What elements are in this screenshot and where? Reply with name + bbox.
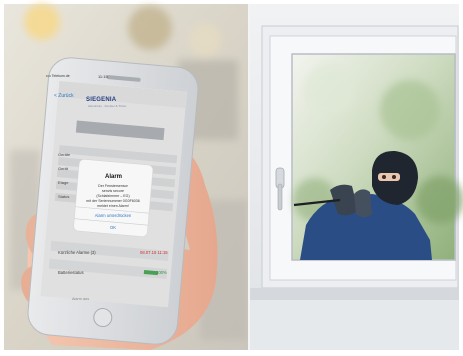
settings-row-label: Etage (58, 180, 69, 185)
brand-tagline: Aluminium · Fenster & Türen (88, 104, 127, 108)
back-button[interactable]: < Zurück (54, 93, 74, 99)
settings-row-label: Gerät (58, 166, 69, 171)
status-carrier: •••• Telekom.de (46, 74, 70, 78)
alert-message-line: senvis secure (102, 189, 124, 193)
battery-value: 100% (156, 270, 167, 275)
alert-title: Alarm (105, 174, 123, 180)
ok-button[interactable]: OK (78, 225, 148, 230)
brand-logo-text: SIEGENIA (86, 97, 117, 103)
recent-alarms-label: Kürzliche Alarme (3) (58, 250, 96, 255)
suppress-alarm-button[interactable]: Alarm unterdrücken (78, 213, 148, 218)
alert-message-line: mit der Seriennummer 0G0F6036 (86, 199, 140, 203)
recent-alarms-time: 08.07.15 11:15 (140, 250, 168, 255)
alert-message-line: meldet einen Alarm! (97, 204, 129, 208)
battery-label: Batteriestatus (58, 270, 84, 275)
photo-frame: •••• Telekom.de 11:15 < Zurück SIEGENIA … (0, 0, 463, 356)
settings-row-label: Geräte (58, 152, 71, 157)
window-scene (250, 4, 463, 350)
bottom-status-text: Alarm aus (72, 297, 90, 301)
settings-row-label: Status (58, 194, 70, 199)
status-time: 11:15 (98, 74, 108, 79)
alert-message-line: Der Fenstersensor (98, 184, 128, 188)
scene-illustration (0, 0, 463, 356)
alert-message-line: (Schlafzimmer – EG) (96, 194, 130, 198)
